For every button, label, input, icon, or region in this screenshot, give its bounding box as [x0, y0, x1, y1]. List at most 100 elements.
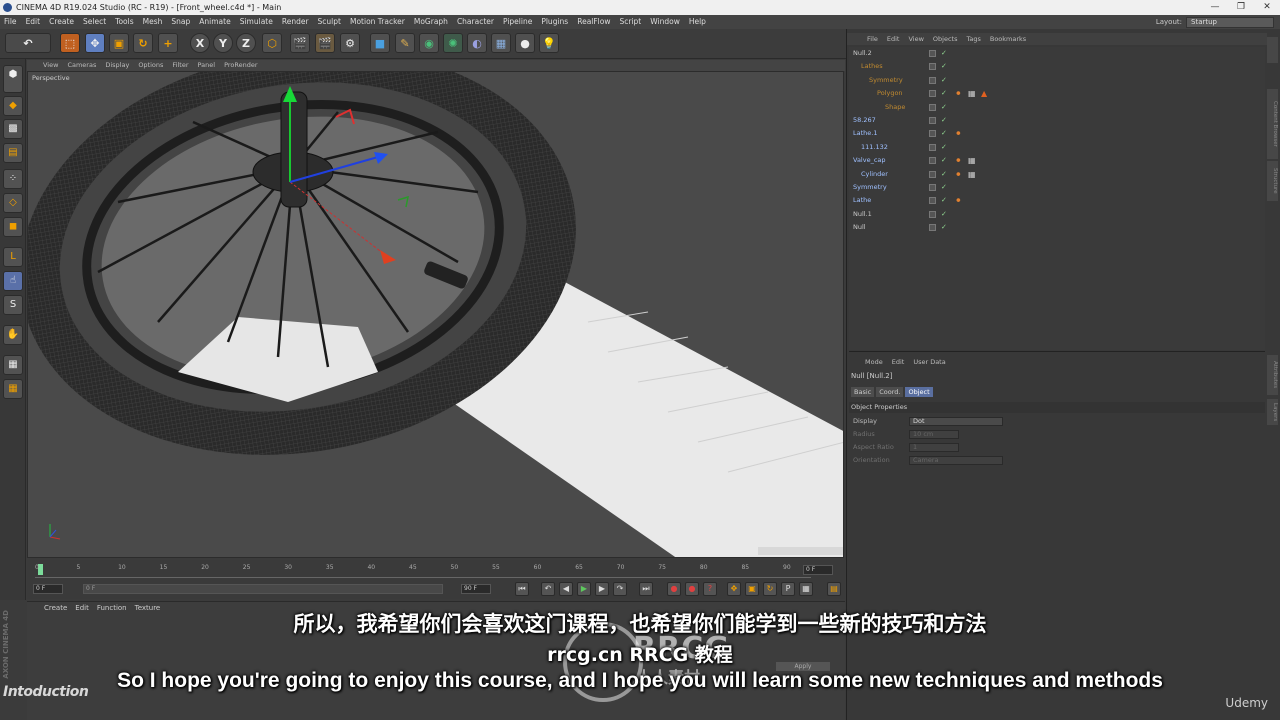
range-slider[interactable]: 0 F [83, 584, 443, 594]
object-row[interactable]: Null.2 ✓ [849, 47, 1265, 60]
side-tab-attributes[interactable]: Attributes [1267, 355, 1278, 395]
model-mode-icon[interactable]: ◆ [3, 96, 23, 116]
enable-check-icon[interactable]: ✓ [941, 141, 947, 154]
side-tab-structure[interactable]: Structure [1267, 161, 1278, 201]
enable-check-icon[interactable]: ✓ [941, 74, 947, 87]
side-tab-objects[interactable] [1267, 37, 1278, 63]
play-icon[interactable]: ▶ [577, 582, 591, 596]
attributes-menu-user-data[interactable]: User Data [913, 358, 945, 366]
enable-check-icon[interactable]: ✓ [941, 87, 947, 100]
visibility-icon[interactable] [929, 157, 936, 165]
render-picture-viewer-icon[interactable]: 🎬 [315, 33, 335, 53]
menu-snap[interactable]: Snap [171, 17, 190, 26]
object-row[interactable]: 111.132 ✓ [849, 141, 1265, 154]
enable-check-icon[interactable]: ✓ [941, 114, 947, 127]
visibility-icon[interactable] [929, 184, 936, 191]
panel-divider[interactable] [849, 351, 1265, 352]
object-menu-tags[interactable]: Tags [966, 35, 980, 43]
object-row[interactable]: Lathe.1 ✓ ⚫ [849, 127, 1265, 140]
object-row[interactable]: Cylinder ✓ ⚫ ▦ [849, 168, 1265, 181]
object-menu-view[interactable]: View [908, 35, 923, 43]
key-pla-icon[interactable]: ▦ [799, 582, 813, 596]
texture-mode-icon[interactable]: ▩ [3, 119, 23, 139]
previous-key-icon[interactable]: ↶ [541, 582, 555, 596]
start-frame-field[interactable]: 0 F [33, 584, 63, 594]
menu-character[interactable]: Character [457, 17, 494, 26]
next-frame-icon[interactable]: ▶ [595, 582, 609, 596]
close-button[interactable]: ✕ [1254, 0, 1280, 15]
cube-primitive-icon[interactable]: ■ [370, 33, 390, 53]
current-frame-field[interactable]: 0 F [803, 565, 833, 575]
points-mode-icon[interactable]: ⁘ [3, 169, 23, 189]
coordinate-system-icon[interactable]: ⬡ [262, 33, 282, 53]
tab-basic[interactable]: Basic [851, 387, 875, 397]
side-tab-content-browser[interactable]: Content Browser [1267, 89, 1278, 159]
visibility-icon[interactable] [929, 170, 936, 178]
visibility-icon[interactable] [929, 63, 936, 71]
pen-spline-icon[interactable]: ✎ [395, 33, 415, 53]
phong-tag-icon[interactable]: ⚫ [955, 89, 964, 98]
viewport-scrollbar[interactable] [758, 547, 843, 555]
visibility-icon[interactable] [929, 50, 936, 57]
texture-tag-icon[interactable]: ▦ [968, 89, 977, 98]
menu-realflow[interactable]: RealFlow [577, 17, 610, 26]
record-keys-icon[interactable]: ● [667, 582, 681, 596]
menu-edit[interactable]: Edit [26, 17, 41, 26]
object-row[interactable]: Shape ✓ [849, 101, 1265, 114]
aspect-ratio-field[interactable]: 1 [909, 443, 959, 452]
visibility-icon[interactable] [929, 76, 936, 84]
visibility-icon[interactable] [929, 210, 936, 218]
timeline-window-icon[interactable]: ▤ [827, 582, 841, 596]
enable-check-icon[interactable]: ✓ [941, 208, 947, 221]
visibility-icon[interactable] [929, 224, 936, 232]
menu-animate[interactable]: Animate [199, 17, 230, 26]
enable-check-icon[interactable]: ✓ [941, 181, 947, 194]
tab-object[interactable]: Object [905, 387, 933, 397]
floor-icon[interactable]: ▦ [491, 33, 511, 53]
next-key-icon[interactable]: ↷ [613, 582, 627, 596]
go-to-end-icon[interactable]: ⏭ [639, 582, 653, 596]
y-axis-lock-button[interactable]: Y [213, 33, 233, 53]
axis-mode-icon[interactable]: L [3, 247, 23, 267]
object-menu-edit[interactable]: Edit [887, 35, 900, 43]
x-axis-lock-button[interactable]: X [190, 33, 210, 53]
phong-tag-icon[interactable]: ⚫ [955, 129, 964, 138]
object-row[interactable]: 58.267 ✓ [849, 114, 1265, 127]
menu-tools[interactable]: Tools [115, 17, 133, 26]
object-row[interactable]: Valve_cap ✓ ⚫ ▦ [849, 154, 1265, 167]
menu-render[interactable]: Render [282, 17, 309, 26]
autokey-icon[interactable]: ● [685, 582, 699, 596]
key-scale-icon[interactable]: ▣ [745, 582, 759, 596]
tab-coord[interactable]: Coord. [876, 387, 904, 397]
viewport-menu-panel[interactable]: Panel [198, 61, 216, 69]
menu-create[interactable]: Create [49, 17, 74, 26]
make-editable-icon[interactable]: ⬢ [3, 65, 23, 93]
phong-tag-icon[interactable]: ⚫ [955, 156, 964, 165]
menu-script[interactable]: Script [620, 17, 642, 26]
enable-check-icon[interactable]: ✓ [941, 221, 947, 234]
keyframe-selection-icon[interactable]: ? [703, 582, 717, 596]
object-menu-bookmarks[interactable]: Bookmarks [990, 35, 1026, 43]
phong-tag-icon[interactable]: ⚫ [955, 170, 964, 179]
menu-pipeline[interactable]: Pipeline [503, 17, 532, 26]
z-axis-lock-button[interactable]: Z [236, 33, 256, 53]
visibility-icon[interactable] [929, 103, 936, 111]
side-tab-layers[interactable]: Layers [1267, 399, 1278, 425]
warning-tag-icon[interactable]: ▲ [981, 89, 990, 98]
enable-check-icon[interactable]: ✓ [941, 60, 947, 73]
visibility-icon[interactable] [929, 130, 936, 138]
snapping-icon[interactable]: S [3, 295, 23, 315]
timeline-track[interactable]: 0 5 10 15 20 25 30 35 40 45 50 55 60 65 70 75 80 85 90 [35, 562, 811, 578]
maximize-button[interactable]: ❐ [1228, 0, 1254, 15]
attributes-menu-mode[interactable]: Mode [865, 358, 883, 366]
camera-icon[interactable]: ● [515, 33, 535, 53]
menu-sculpt[interactable]: Sculpt [318, 17, 341, 26]
timeline[interactable]: 0 5 10 15 20 25 30 35 40 45 50 55 60 65 70 75 80 85 90 0 F [27, 560, 845, 580]
subdivision-icon[interactable]: ◉ [419, 33, 439, 53]
layout-dropdown[interactable]: Startup [1186, 16, 1274, 28]
enable-check-icon[interactable]: ✓ [941, 194, 947, 207]
visibility-icon[interactable] [929, 117, 936, 124]
add-tool-icon[interactable]: + [158, 33, 178, 53]
previous-frame-icon[interactable]: ◀ [559, 582, 573, 596]
edges-mode-icon[interactable]: ◇ [3, 193, 23, 213]
